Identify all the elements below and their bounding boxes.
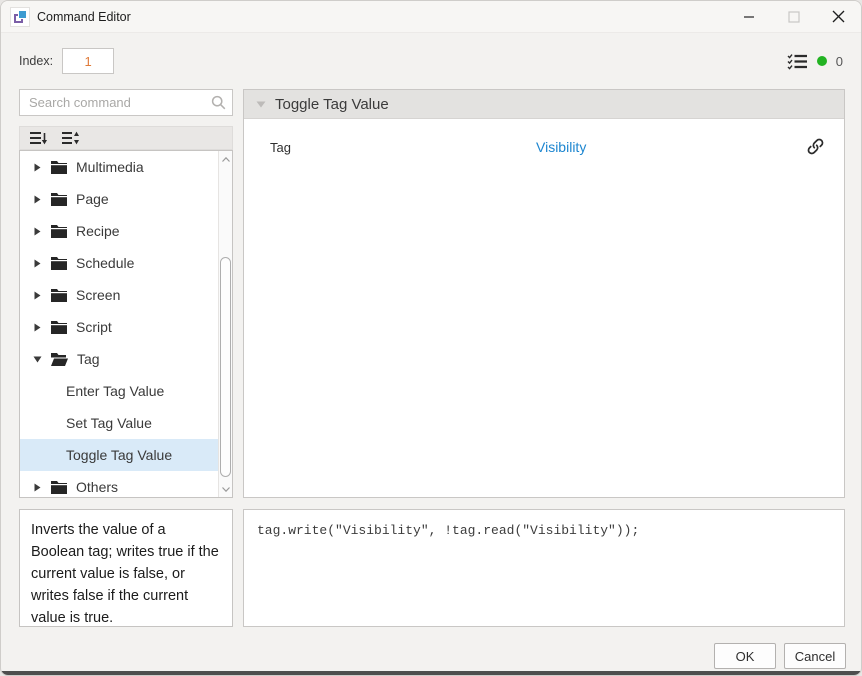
generated-code: tag.write("Visibility", !tag.read("Visib…: [257, 523, 639, 538]
tag-value-link[interactable]: Visibility: [536, 139, 586, 155]
folder-icon: [51, 257, 67, 270]
tree-item-multimedia[interactable]: Multimedia: [20, 151, 218, 183]
tree-item-script[interactable]: Script: [20, 311, 218, 343]
folder-icon: [51, 225, 67, 238]
expand-arrow-icon[interactable]: [32, 323, 42, 332]
window-bottom-edge: [1, 671, 861, 675]
command-list-icon: [787, 53, 808, 70]
editor-panel-title: Toggle Tag Value: [275, 96, 389, 113]
titlebar: Command Editor: [1, 1, 861, 33]
collapse-section-icon[interactable]: [256, 101, 266, 108]
tree-item-enter-tag-value[interactable]: Enter Tag Value: [20, 375, 218, 407]
scrollbar-thumb[interactable]: [220, 257, 231, 477]
code-preview-box: tag.write("Visibility", !tag.read("Visib…: [243, 509, 845, 627]
tree-item-set-tag-value[interactable]: Set Tag Value: [20, 407, 218, 439]
tree-item-toggle-tag-value[interactable]: Toggle Tag Value: [20, 439, 218, 471]
folder-icon: [51, 161, 67, 174]
param-label: Tag: [270, 140, 291, 155]
scroll-down-icon[interactable]: [219, 482, 232, 496]
expand-arrow-icon[interactable]: [32, 195, 42, 204]
index-label: Index:: [19, 54, 53, 68]
expand-all-icon: [62, 131, 79, 145]
status-count: 0: [836, 54, 843, 69]
expand-arrow-icon[interactable]: [32, 227, 42, 236]
cancel-button[interactable]: Cancel: [784, 643, 846, 669]
folder-icon: [51, 289, 67, 302]
expand-arrow-icon[interactable]: [32, 483, 42, 492]
tree-item-others[interactable]: Others: [20, 471, 218, 498]
collapse-arrow-icon[interactable]: [32, 356, 42, 363]
tree-item-recipe[interactable]: Recipe: [20, 215, 218, 247]
command-list-button[interactable]: [787, 53, 808, 70]
maximize-icon: [788, 11, 800, 23]
tree-item-schedule[interactable]: Schedule: [20, 247, 218, 279]
index-row: Index: 0: [19, 46, 843, 76]
tree-toolbar: [19, 126, 233, 150]
window-title: Command Editor: [37, 10, 131, 24]
expand-arrow-icon[interactable]: [32, 259, 42, 268]
ok-button[interactable]: OK: [714, 643, 776, 669]
tree-item-tag[interactable]: Tag: [20, 343, 218, 375]
tree-item-screen[interactable]: Screen: [20, 279, 218, 311]
tree-scrollbar[interactable]: [218, 151, 232, 497]
collapse-all-icon: [30, 131, 47, 145]
expand-all-button[interactable]: [59, 129, 81, 147]
tag-picker-button[interactable]: [804, 135, 826, 157]
command-editor-window: Command Editor Index:: [0, 0, 862, 676]
param-row-tag: Tag Visibility: [244, 119, 844, 175]
search-input[interactable]: [19, 89, 233, 116]
close-icon: [832, 10, 845, 23]
minimize-icon: [743, 11, 755, 23]
expand-arrow-icon[interactable]: [32, 163, 42, 172]
folder-open-icon: [51, 353, 68, 366]
expand-arrow-icon[interactable]: [32, 291, 42, 300]
editor-panel-header[interactable]: Toggle Tag Value: [244, 90, 844, 119]
app-icon: [11, 8, 29, 26]
collapse-all-button[interactable]: [27, 129, 49, 147]
sidebar: Multimedia Page Recipe Schedule: [19, 89, 233, 627]
folder-icon: [51, 193, 67, 206]
chain-link-icon: [806, 137, 825, 156]
command-editor-panel: Toggle Tag Value Tag Visibility: [243, 89, 845, 498]
folder-icon: [51, 321, 67, 334]
command-description: Inverts the value of a Boolean tag; writ…: [19, 509, 233, 627]
scroll-up-icon[interactable]: [219, 152, 232, 166]
command-tree: Multimedia Page Recipe Schedule: [19, 150, 233, 498]
minimize-button[interactable]: [726, 1, 771, 33]
index-input[interactable]: [62, 48, 114, 74]
search-icon: [211, 95, 226, 115]
status-dot-icon: [817, 56, 827, 66]
close-button[interactable]: [816, 1, 861, 33]
tree-item-page[interactable]: Page: [20, 183, 218, 215]
folder-icon: [51, 481, 67, 494]
maximize-button[interactable]: [771, 1, 816, 33]
